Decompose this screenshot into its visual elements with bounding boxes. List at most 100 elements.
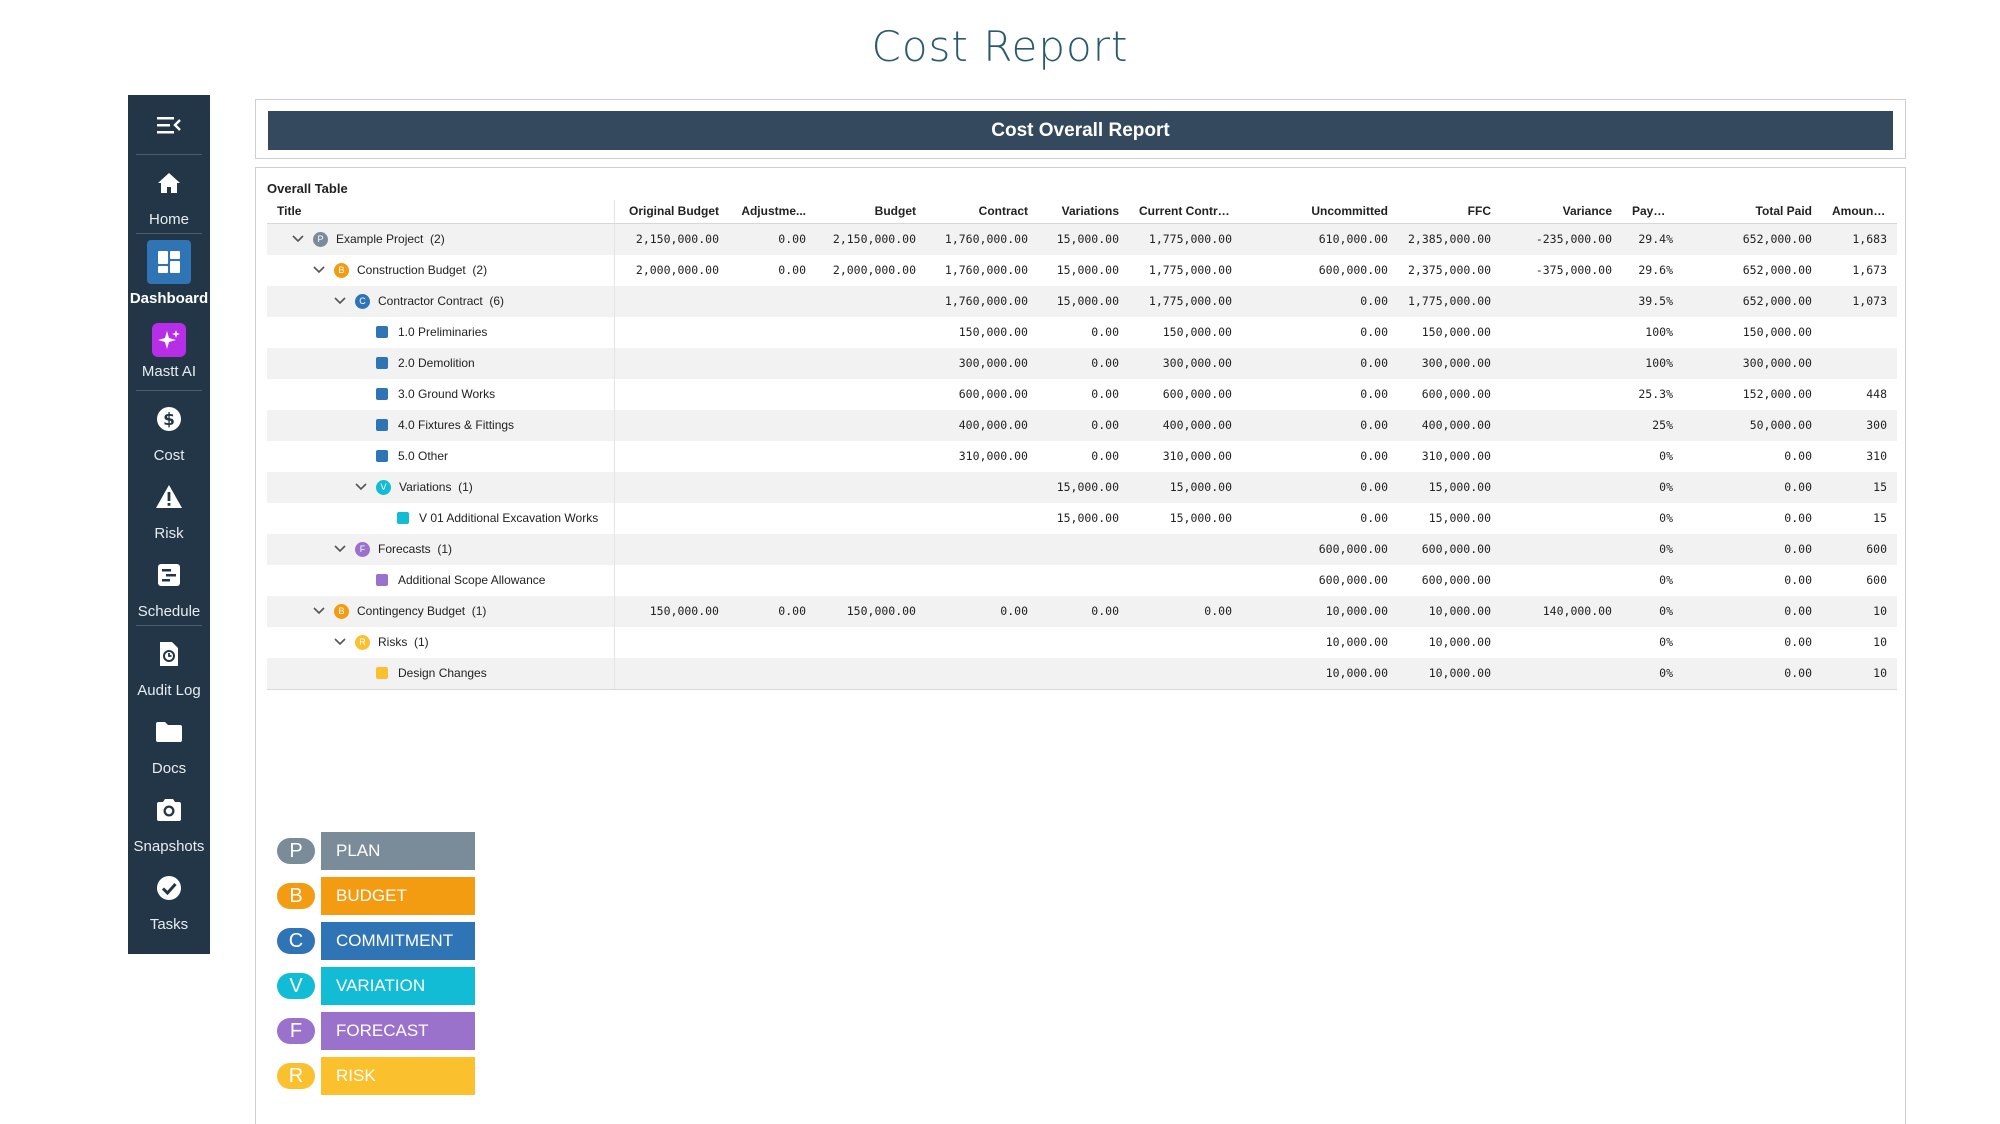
table-row[interactable]: Additional Scope Allowance 600,000.00 600,… [267, 564, 1897, 596]
table-row[interactable]: Design Changes 10,000.00 10,000.00 0% 0.00 10 [267, 657, 1897, 690]
table-row[interactable]: 5.0 Other 310,000.00 0.00 310,000.00 0.00 310… [267, 440, 1897, 472]
plan-badge-icon: P [277, 838, 315, 864]
warning-icon [156, 484, 182, 508]
row-title: V 01 Additional Excavation Works [419, 511, 599, 525]
cell-uncommitted: 0.00 [1242, 347, 1398, 379]
variation-badge-icon: V [376, 479, 391, 495]
sidebar-item-tasks[interactable]: Tasks [128, 860, 210, 938]
column-header[interactable]: Total Paid [1683, 200, 1822, 224]
cell-current-contract: 15,000.00 [1129, 471, 1242, 503]
row-title: Risks (1) [378, 635, 429, 649]
sidebar-item-mastt-ai[interactable]: Mastt AI [128, 312, 210, 390]
table-row[interactable]: 3.0 Ground Works 600,000.00 0.00 600,000.00… [267, 378, 1897, 410]
cell-paym: 0% [1622, 657, 1683, 690]
table-row[interactable]: B Construction Budget (2) 2,000,000.00 0.00… [267, 254, 1897, 286]
table-row[interactable]: R Risks (1) 10,000.00 10,000.00 0% 0.00 10 [267, 626, 1897, 658]
chevron-down-icon[interactable] [354, 480, 368, 494]
chevron-down-icon[interactable] [312, 263, 326, 277]
column-header[interactable]: Budget [816, 200, 926, 224]
cell-current-contract: 1,775,000.00 [1148, 263, 1232, 277]
report-title-bar: Cost Overall Report [268, 111, 1893, 150]
column-header[interactable]: Uncommitted [1242, 200, 1398, 224]
chevron-down-icon[interactable] [333, 635, 347, 649]
column-header[interactable]: FFC [1398, 200, 1501, 224]
table-row[interactable]: F Forecasts (1) 600,000.00 600,000.00 0% 0.00… [267, 533, 1897, 565]
table-row[interactable]: V Variations (1) 15,000.00 15,000.00 0.00 15,… [267, 471, 1897, 503]
column-header[interactable]: Contract [926, 200, 1038, 224]
cell-contract: 300,000.00 [926, 347, 1038, 379]
cell-variations: 15,000.00 [1056, 263, 1119, 277]
cell-amount-re: 448 [1866, 387, 1887, 401]
cell-budget [816, 471, 926, 503]
column-header[interactable]: Current Contract [1129, 200, 1242, 224]
sidebar-item-risk[interactable]: Risk [128, 469, 210, 547]
column-header[interactable]: Title [267, 200, 615, 224]
cell-contract: 1,760,000.00 [926, 285, 1038, 317]
row-title-cell: Design Changes [267, 657, 615, 690]
sidebar-item-home[interactable]: Home [128, 155, 210, 233]
cell-total-paid: 0.00 [1784, 573, 1812, 587]
cell-uncommitted: 0.00 [1360, 511, 1388, 525]
folder-icon [156, 721, 182, 742]
cell-adjustme [729, 441, 816, 472]
menu-collapse-icon [157, 116, 181, 133]
column-header[interactable]: Variations [1038, 200, 1129, 224]
row-title-cell: 3.0 Ground Works [267, 378, 615, 410]
cell-total-paid: 300,000.00 [1683, 347, 1822, 379]
cell-ffc: 300,000.00 [1398, 347, 1501, 379]
cell-variations [1038, 565, 1129, 596]
cell-variance [1501, 285, 1622, 317]
chevron-down-icon[interactable] [312, 604, 326, 618]
legend-label: PLAN [321, 832, 475, 870]
column-header[interactable]: Paym... [1622, 200, 1683, 224]
table-caption: Overall Table [267, 181, 348, 196]
table-row[interactable]: 4.0 Fixtures & Fittings 400,000.00 0.00 400… [267, 409, 1897, 441]
column-header[interactable]: Amount Re [1822, 200, 1897, 224]
sidebar-item-label: Home [148, 210, 189, 228]
cell-amount-re [1822, 347, 1897, 379]
chevron-down-icon[interactable] [291, 232, 305, 246]
cell-total-paid: 0.00 [1784, 511, 1812, 525]
cell-uncommitted: 10,000.00 [1242, 595, 1398, 627]
sidebar-item-dashboard[interactable]: Dashboard [128, 234, 210, 312]
sidebar-item-label: Audit Log [137, 681, 201, 699]
cell-uncommitted: 0.00 [1360, 325, 1388, 339]
sidebar-item-docs[interactable]: Docs [128, 704, 210, 782]
variation-badge-icon: V [277, 973, 315, 999]
column-header[interactable]: Original Budget [614, 200, 729, 224]
chevron-down-icon[interactable] [333, 294, 347, 308]
cell-paym: 0% [1659, 573, 1673, 587]
sidebar-item-label: Risk [154, 524, 184, 542]
cell-amount-re: 300 [1822, 409, 1897, 441]
row-title-cell: B Contingency Budget (1) [267, 595, 615, 627]
table-row[interactable]: 1.0 Preliminaries 150,000.00 0.00 150,000.0… [267, 316, 1897, 348]
cell-ffc: 15,000.00 [1398, 471, 1501, 503]
chevron-down-icon[interactable] [333, 542, 347, 556]
cell-amount-re [1822, 317, 1897, 348]
cell-total-paid: 652,000.00 [1742, 263, 1812, 277]
forecast-square-icon [376, 574, 388, 586]
cell-variance [1501, 627, 1622, 658]
row-title: Construction Budget (2) [357, 263, 488, 277]
cell-variance [1501, 565, 1622, 596]
row-title-cell: 2.0 Demolition [267, 347, 615, 379]
table-row[interactable]: C Contractor Contract (6) 1,760,000.00 15,0… [267, 285, 1897, 317]
sidebar-menu-toggle[interactable] [136, 95, 202, 155]
row-title-cell: V 01 Additional Excavation Works [267, 502, 615, 534]
cell-budget [816, 409, 926, 441]
cell-paym: 100% [1622, 347, 1683, 379]
table-row[interactable]: B Contingency Budget (1) 150,000.00 0.00 150… [267, 595, 1897, 627]
cell-ffc: 2,385,000.00 [1398, 223, 1501, 255]
cell-ffc: 150,000.00 [1421, 325, 1491, 339]
column-header[interactable]: Adjustme... [729, 200, 816, 224]
sidebar-item-audit-log[interactable]: Audit Log [128, 626, 210, 704]
sidebar-item-cost[interactable]: $ Cost [128, 391, 210, 469]
cell-total-paid: 652,000.00 [1683, 285, 1822, 317]
sidebar-item-schedule[interactable]: Schedule [128, 547, 210, 625]
sidebar-item-snapshots[interactable]: Snapshots [128, 782, 210, 860]
table-row[interactable]: 2.0 Demolition 300,000.00 0.00 300,000.00 0.… [267, 347, 1897, 379]
column-header[interactable]: Variance [1501, 200, 1622, 224]
table-row[interactable]: V 01 Additional Excavation Works 15,000.0… [267, 502, 1897, 534]
legend-label: VARIATION [321, 967, 475, 1005]
table-row[interactable]: P Example Project (2) 2,150,000.00 0.00 2,15… [267, 223, 1897, 255]
